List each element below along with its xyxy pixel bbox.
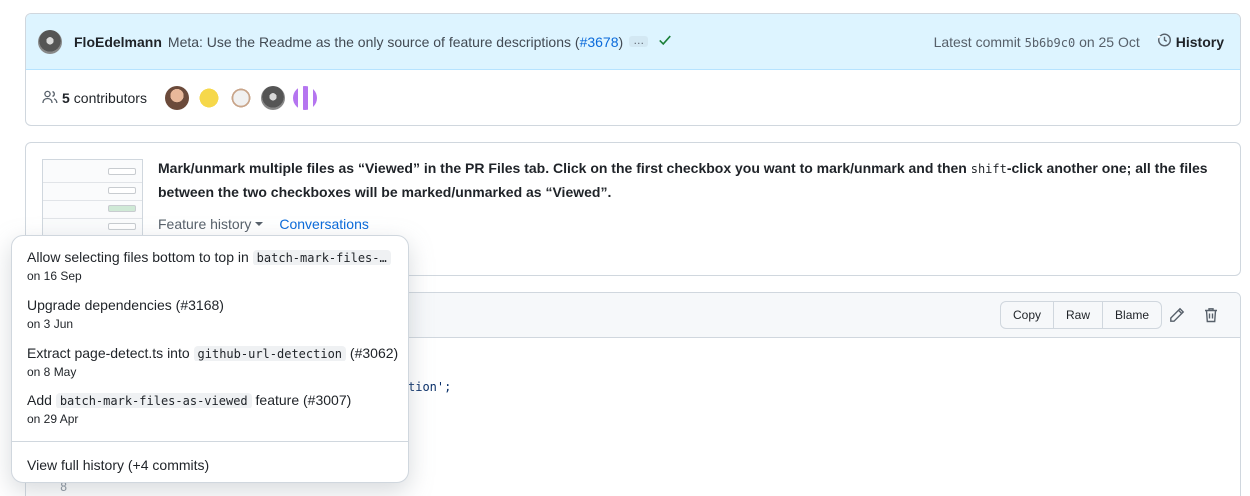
copy-button[interactable]: Copy [1001,302,1053,328]
history-item[interactable]: Upgrade dependencies (#3168) on 3 Jun [27,297,403,331]
contributor-avatar[interactable] [260,86,285,110]
pr-close-paren: ) [618,33,624,50]
history-item[interactable]: Add batch-mark-files-as-viewed feature (… [27,392,403,426]
commit-pr-link[interactable]: #3678 [580,34,619,50]
history-item-code: batch-mark-files-as-viewed [55,393,252,408]
commit-message: Meta: Use the Readme as the only source … [168,34,623,50]
history-button[interactable]: History [1156,32,1224,51]
history-item-prefix: Add [27,392,56,408]
contributor-avatar[interactable] [196,86,221,110]
latest-commit-row: FloEdelmann Meta: Use the Readme as the … [26,14,1240,70]
contributors-row: 5 contributors [26,70,1240,125]
commit-author[interactable]: FloEdelmann [74,34,162,50]
history-item-date: on 29 Apr [27,412,79,426]
view-full-history-link[interactable]: View full history (+4 commits) [27,457,209,473]
history-item-prefix: Upgrade dependencies (#3168) [27,297,224,313]
latest-commit-label: Latest commit [933,33,1021,50]
contributors-label: contributors [73,90,147,106]
contributor-avatar[interactable] [228,86,253,110]
author-avatar[interactable] [38,29,62,54]
latest-commit-box: FloEdelmann Meta: Use the Readme as the … [25,13,1241,126]
people-icon [42,89,58,108]
history-item-code: github-url-detection [193,346,347,361]
conversations-link[interactable]: Conversations [279,216,369,232]
trash-icon[interactable] [1203,307,1219,326]
history-item-title: Allow selecting files bottom to top in b… [27,249,403,265]
feature-text-part1: Mark/unmark multiple files as “Viewed” i… [158,160,971,176]
expand-message-button[interactable]: … [629,36,649,47]
contributor-avatar[interactable] [164,86,189,110]
commit-date: on 25 Oct [1079,33,1140,50]
check-icon[interactable] [658,33,672,51]
contributors-link[interactable]: 5 contributors [42,89,147,108]
history-item-title: Add batch-mark-files-as-viewed feature (… [27,392,403,408]
feature-text-code: shift [970,162,1007,176]
feature-history-dropdown: Allow selecting files bottom to top in b… [11,235,409,483]
history-item[interactable]: Extract page-detect.ts into github-url-d… [27,345,403,379]
contributor-avatars [164,86,325,110]
history-label: History [1175,33,1224,50]
history-item-prefix: Extract page-detect.ts into [27,345,194,361]
history-item-suffix: feature (#3007) [251,392,352,408]
code-line: tion'; [408,380,452,394]
history-item-code: batch-mark-files-… [252,250,391,265]
history-item-date: on 8 May [27,365,77,379]
history-item-prefix: Allow selecting files bottom to top in [27,249,253,265]
latest-commit-info: Latest commit 5b6b9c0 on 25 Oct [934,34,1140,50]
file-actions-group: Copy Raw Blame [1000,301,1163,329]
contributor-avatar[interactable] [292,86,317,110]
raw-button[interactable]: Raw [1053,302,1102,328]
blame-button[interactable]: Blame [1102,302,1161,328]
history-item-suffix: (#3062) [346,345,399,361]
history-item-date: on 16 Sep [27,269,82,283]
feature-history-button[interactable]: Feature history [158,216,264,232]
pencil-icon[interactable] [1169,307,1185,326]
feature-history-label: Feature history [158,216,252,232]
commit-message-text[interactable]: Meta: Use the Readme as the only source … [168,34,571,50]
chevron-down-icon [255,222,264,226]
history-item[interactable]: Allow selecting files bottom to top in b… [27,249,403,283]
feature-description: Mark/unmark multiple files as “Viewed” i… [158,157,1226,204]
dropdown-divider [12,441,408,442]
history-icon [1156,32,1176,51]
history-item-title: Upgrade dependencies (#3168) [27,297,403,313]
commit-sha[interactable]: 5b6b9c0 [1025,36,1076,50]
feature-links: Feature history Conversations [158,216,369,232]
history-item-title: Extract page-detect.ts into github-url-d… [27,345,403,361]
history-item-date: on 3 Jun [27,317,74,331]
contributors-count: 5 [62,90,70,106]
